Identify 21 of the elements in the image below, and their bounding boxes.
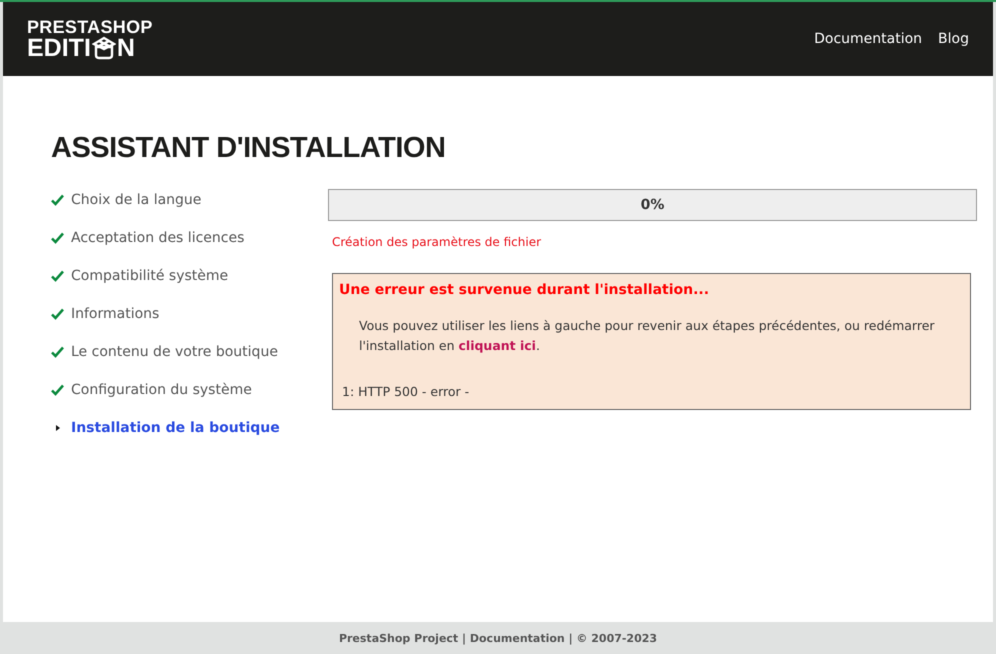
step-link[interactable]: Le contenu de votre boutique: [71, 344, 278, 360]
nav-link[interactable]: Documentation: [814, 31, 922, 47]
error-message: Vous pouvez utiliser les liens à gauche pour revenir aux étapes précédentes, ou redémarrer l'installation en cliquant ici.: [359, 317, 936, 355]
page-title: ASSISTANT D'INSTALLATION: [51, 132, 446, 165]
step-link[interactable]: Informations: [71, 306, 160, 322]
restart-link[interactable]: cliquant ici: [458, 338, 536, 353]
logo-text: PRESTASHOP: [27, 18, 153, 36]
step-link[interactable]: Installation de la boutique: [71, 420, 280, 436]
progress-reading: 0%: [640, 197, 664, 213]
step-link[interactable]: Configuration du système: [71, 382, 252, 398]
box-icon: [92, 36, 116, 60]
nav-link[interactable]: Blog: [938, 31, 969, 47]
step-link[interactable]: Compatibilité système: [71, 268, 228, 284]
error-title: Une erreur est survenue durant l'installation...: [339, 282, 710, 298]
logo-text: N: [116, 36, 135, 60]
step-link[interactable]: Acceptation des licences: [71, 230, 244, 246]
error-detail: 1: HTTP 500 - error -: [342, 384, 470, 399]
footer-text: PrestaShop Project | Documentation | © 2007-2023: [338, 632, 658, 644]
logo-text: EDITI: [27, 36, 91, 60]
status-message: Création des paramètres de fichier: [332, 235, 542, 249]
step-link[interactable]: Choix de la langue: [71, 192, 202, 208]
